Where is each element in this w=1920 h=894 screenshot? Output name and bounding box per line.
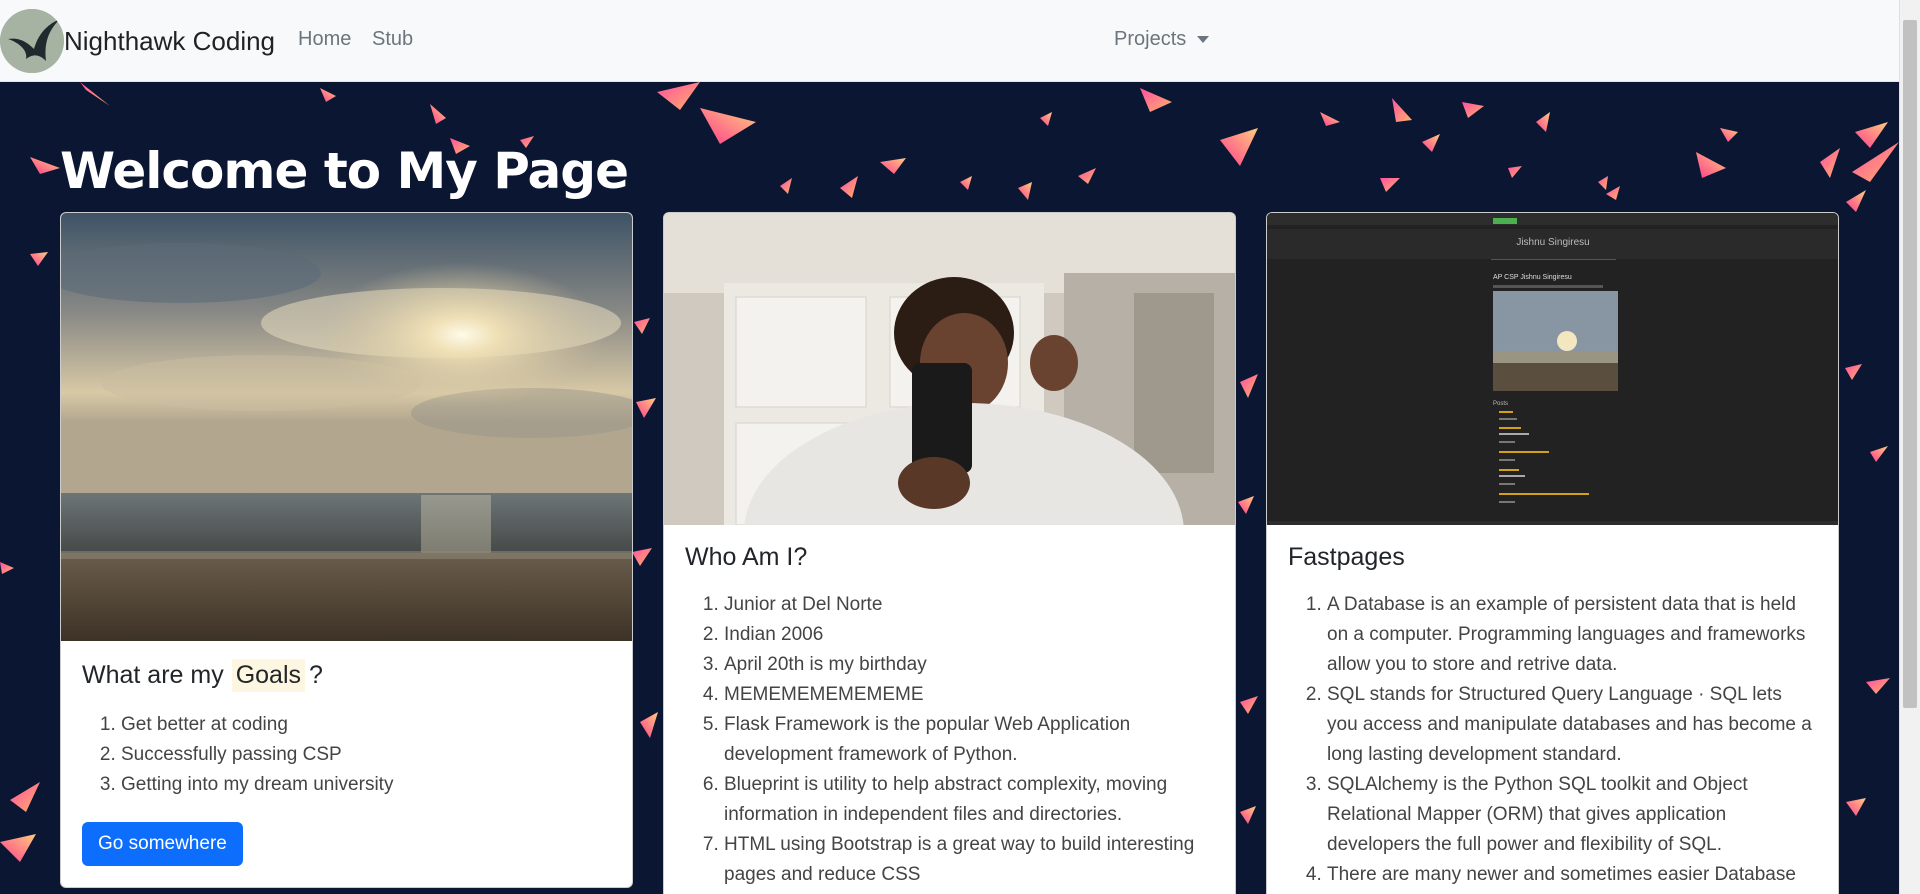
nav-stub-link[interactable]: Stub — [372, 28, 413, 51]
fastpages-card-title: Fastpages — [1288, 543, 1405, 571]
fastpages-screenshot-post-title: AP CSP Jishnu Singiresu — [1493, 274, 1572, 281]
list-item: Flask Framework is the popular Web Appli… — [724, 710, 1214, 770]
projects-dropdown[interactable]: Projects — [1114, 28, 1210, 51]
fastpages-screenshot-posts-heading: Posts — [1493, 401, 1508, 407]
goals-card: What are my Goals ? Get better at coding… — [60, 212, 633, 888]
goals-card-title: What are my Goals ? — [82, 659, 611, 692]
list-item: SQLAlchemy is the Python SQL toolkit and… — [1327, 770, 1817, 860]
nav-home-link[interactable]: Home — [298, 28, 351, 51]
goals-title-suffix: ? — [309, 661, 323, 689]
goals-title-prefix: What are my — [82, 661, 224, 689]
list-item: Successfully passing CSP — [121, 740, 611, 770]
fastpages-card: Jishnu Singiresu AP CSP Jishnu Singiresu… — [1266, 212, 1839, 894]
who-am-i-card: Who Am I? Junior at Del Norte Indian 200… — [663, 212, 1236, 894]
list-item: Getting into my dream university — [121, 770, 611, 800]
list-item: Indian 2006 — [724, 620, 1214, 650]
fastpages-screenshot-header: Jishnu Singiresu — [1516, 237, 1589, 248]
navbar: Nighthawk Coding Home Stub Projects — [0, 0, 1899, 82]
go-somewhere-button[interactable]: Go somewhere — [82, 822, 243, 866]
sunset-beach-image — [61, 213, 632, 641]
fastpages-list: A Database is an example of persistent d… — [1288, 590, 1817, 890]
list-item: MEMEMEMEMEMEME — [724, 680, 1214, 710]
nighthawk-logo-icon — [0, 9, 64, 73]
who-am-i-list: Junior at Del Norte Indian 2006 April 20… — [685, 590, 1214, 890]
list-item: Junior at Del Norte — [724, 590, 1214, 620]
list-item: April 20th is my birthday — [724, 650, 1214, 680]
scrollbar-thumb[interactable] — [1903, 20, 1917, 708]
vertical-scrollbar[interactable] — [1899, 0, 1920, 894]
list-item: Get better at coding — [121, 710, 611, 740]
goals-list: Get better at coding Successfully passin… — [82, 710, 611, 800]
list-item: A Database is an example of persistent d… — [1327, 590, 1817, 680]
list-item: There are many newer and sometimes easie… — [1327, 860, 1817, 890]
list-item: SQL stands for Structured Query Language… — [1327, 680, 1817, 770]
page-title: Welcome to My Page — [60, 142, 629, 200]
projects-dropdown-label: Projects — [1114, 28, 1187, 50]
brand-name: Nighthawk Coding — [64, 25, 276, 56]
list-item: HTML using Bootstrap is a great way to b… — [724, 830, 1214, 890]
list-item: Blueprint is utility to help abstract co… — [724, 770, 1214, 830]
who-am-i-card-title: Who Am I? — [685, 543, 808, 571]
caret-down-icon — [1197, 36, 1210, 43]
goals-title-highlight: Goals — [231, 659, 306, 692]
brand[interactable]: Nighthawk Coding — [0, 8, 275, 74]
fastpages-screenshot-image: Jishnu Singiresu AP CSP Jishnu Singiresu… — [1267, 213, 1838, 525]
selfie-photo-image — [664, 213, 1235, 525]
